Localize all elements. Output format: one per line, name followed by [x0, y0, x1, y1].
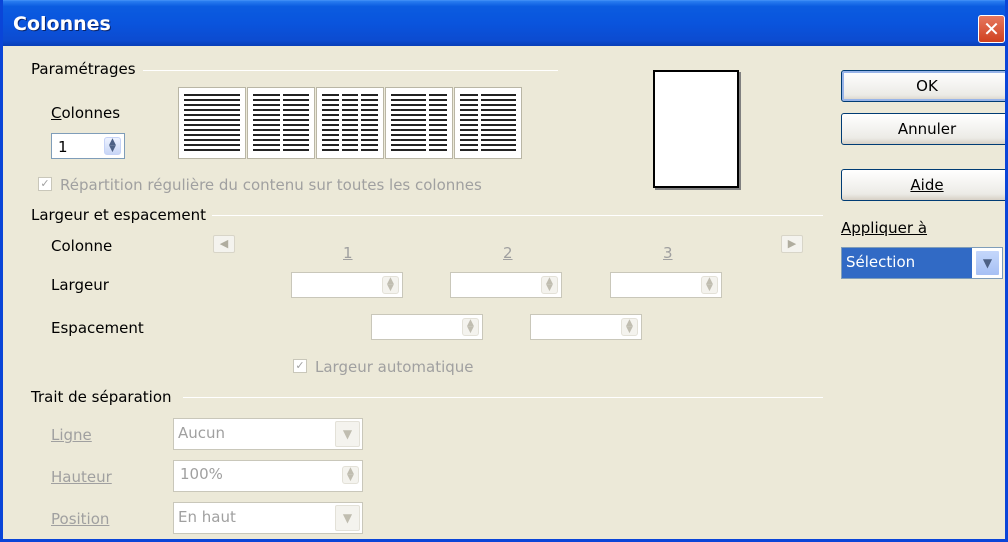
title-bar: Colonnes ✕ — [3, 0, 1005, 46]
width-label: Largeur — [51, 276, 109, 294]
line-select[interactable]: Aucun ▼ — [173, 418, 363, 450]
height-label: Hauteur — [51, 468, 112, 486]
even-distribution-checkbox[interactable]: ✓ — [38, 177, 52, 191]
spin-arrows-icon[interactable]: ▲ ▼ — [462, 318, 479, 336]
preset-3-columns[interactable] — [316, 87, 384, 159]
chevron-down-icon[interactable]: ▼ — [335, 505, 360, 531]
column-label: Colonne — [51, 237, 113, 255]
spin-arrows-icon[interactable]: ▲ ▼ — [382, 276, 399, 294]
auto-width-label: Largeur automatique — [315, 358, 474, 376]
preset-2-columns-left-wide[interactable] — [385, 87, 453, 159]
ok-button[interactable]: OK — [841, 70, 1005, 102]
width-col2-stepper[interactable]: ▲ ▼ — [450, 272, 562, 298]
line-label: Ligne — [51, 426, 92, 444]
spin-arrows-icon[interactable]: ▲ ▼ — [104, 137, 121, 155]
height-value: 100% — [180, 465, 223, 483]
spacing-1-2-stepper[interactable]: ▲ ▼ — [371, 314, 483, 340]
dialog-title: Colonnes — [13, 13, 111, 35]
cancel-button[interactable]: Annuler — [841, 113, 1005, 145]
spin-arrows-icon[interactable]: ▲ ▼ — [342, 466, 359, 484]
preset-2-columns-right-wide[interactable] — [454, 87, 522, 159]
separator-divider — [183, 397, 823, 398]
settings-section-label: Paramétrages — [31, 60, 142, 78]
separator-section-label: Trait de séparation — [31, 388, 178, 406]
width-spacing-divider — [203, 215, 823, 216]
column-number-2: 2 — [503, 244, 513, 262]
page-preview — [653, 70, 739, 188]
close-icon[interactable]: ✕ — [978, 15, 1005, 43]
position-label: Position — [51, 510, 110, 528]
apply-to-label: Appliquer à — [841, 219, 928, 237]
position-value: En haut — [178, 508, 236, 526]
columns-stepper[interactable]: 1 ▲ ▼ — [51, 133, 125, 159]
columns-value: 1 — [58, 138, 68, 156]
arrow-left-icon[interactable]: ◀ — [213, 235, 235, 253]
chevron-down-icon[interactable]: ▼ — [975, 250, 1000, 276]
spacing-label: Espacement — [51, 319, 144, 337]
position-select[interactable]: En haut ▼ — [173, 502, 363, 534]
spacing-2-3-stepper[interactable]: ▲ ▼ — [530, 314, 642, 340]
column-number-1: 1 — [343, 244, 353, 262]
preset-1-column[interactable] — [178, 87, 246, 159]
width-col1-stepper[interactable]: ▲ ▼ — [291, 272, 403, 298]
spin-arrows-icon[interactable]: ▲ ▼ — [621, 318, 638, 336]
apply-to-select[interactable]: Sélection ▼ — [841, 247, 1003, 279]
width-col3-stepper[interactable]: ▲ ▼ — [610, 272, 722, 298]
columns-label-rest: olonnes — [61, 104, 121, 122]
width-spacing-section-label: Largeur et espacement — [31, 206, 212, 224]
settings-divider — [143, 70, 558, 71]
line-value: Aucun — [178, 424, 226, 442]
spin-arrows-icon[interactable]: ▲ ▼ — [541, 276, 558, 294]
arrow-right-icon[interactable]: ▶ — [781, 235, 803, 253]
auto-width-checkbox[interactable]: ✓ — [293, 359, 307, 373]
chevron-down-icon[interactable]: ▼ — [335, 421, 360, 447]
height-stepper[interactable]: 100% ▲ ▼ — [173, 460, 363, 492]
help-button[interactable]: Aide — [841, 169, 1005, 201]
spin-arrows-icon[interactable]: ▲ ▼ — [701, 276, 718, 294]
even-distribution-label: Répartition régulière du contenu sur tou… — [60, 176, 482, 194]
columns-label: Colonnes — [51, 104, 121, 122]
column-number-3: 3 — [663, 244, 673, 262]
help-label: Aide — [910, 176, 944, 194]
preset-2-columns[interactable] — [247, 87, 315, 159]
dialog-window: Colonnes ✕ Paramétrages Colonnes 1 ▲ ▼ ✓ … — [0, 0, 1008, 542]
apply-to-value: Sélection — [842, 248, 972, 278]
